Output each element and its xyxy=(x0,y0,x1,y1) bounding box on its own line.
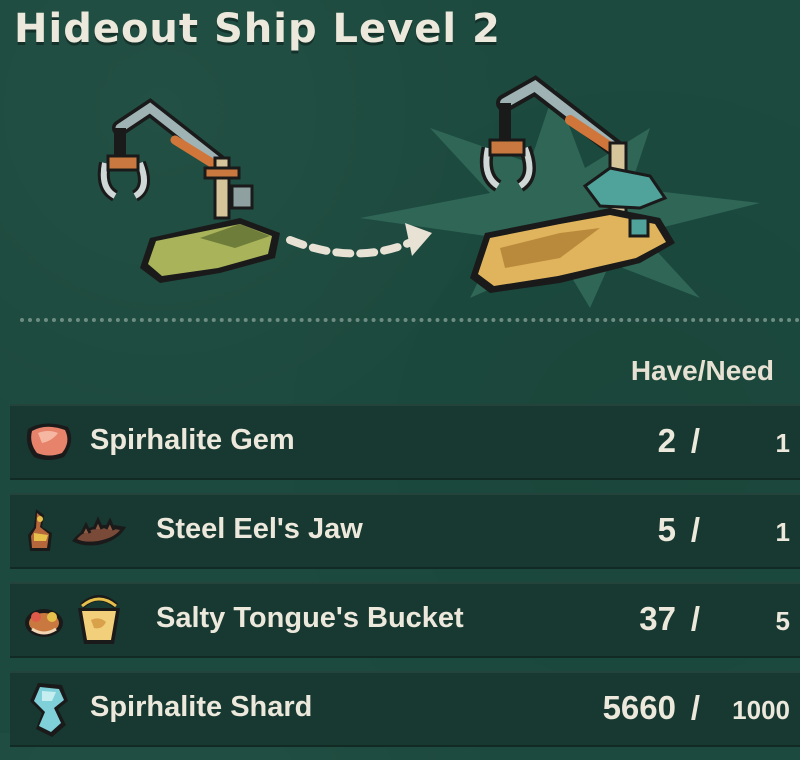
small-crane-ship-icon xyxy=(97,98,280,283)
material-row-salty-tongues-bucket[interactable]: Salty Tongue's Bucket 37 / 5 xyxy=(10,582,800,658)
materials-list: Spirhalite Gem 2 / 1 Steel Eel's Jaw 5 /… xyxy=(10,404,800,760)
eel-jaw-icon xyxy=(72,516,126,546)
have-need-separator: / xyxy=(690,422,700,459)
steel-eel-enemy-icon xyxy=(28,509,52,551)
section-divider xyxy=(20,318,800,322)
have-need-separator: / xyxy=(690,600,700,637)
need-count: 1000 xyxy=(732,695,790,725)
have-count: 37 xyxy=(639,600,676,637)
page-title: Hideout Ship Level 2 xyxy=(14,6,501,52)
have-count: 5660 xyxy=(602,689,676,726)
have-count: 5 xyxy=(657,511,676,548)
dashed-arrow-icon xyxy=(286,223,432,258)
material-row-steel-eels-jaw[interactable]: Steel Eel's Jaw 5 / 1 xyxy=(10,493,800,569)
need-count: 5 xyxy=(775,606,790,636)
have-need-header: Have/Need xyxy=(630,355,774,386)
spirhalite-gem-icon xyxy=(26,423,72,460)
have-count: 2 xyxy=(657,422,676,459)
material-name: Spirhalite Shard xyxy=(90,691,313,723)
material-name: Steel Eel's Jaw xyxy=(156,513,363,545)
material-row-spirhalite-shard[interactable]: Spirhalite Shard 5660 / 1000 xyxy=(10,671,800,747)
material-name: Salty Tongue's Bucket xyxy=(156,602,464,634)
need-count: 1 xyxy=(775,517,790,547)
salty-tongue-enemy-icon xyxy=(25,609,63,637)
material-row-spirhalite-gem[interactable]: Spirhalite Gem 2 / 1 xyxy=(10,404,800,480)
need-count: 1 xyxy=(775,428,790,458)
have-need-separator: / xyxy=(690,689,700,726)
upgrade-illustration xyxy=(97,75,760,308)
material-name: Spirhalite Gem xyxy=(90,424,295,456)
spirhalite-shard-icon xyxy=(30,683,68,737)
bucket-icon xyxy=(78,595,120,644)
have-need-separator: / xyxy=(690,511,700,548)
